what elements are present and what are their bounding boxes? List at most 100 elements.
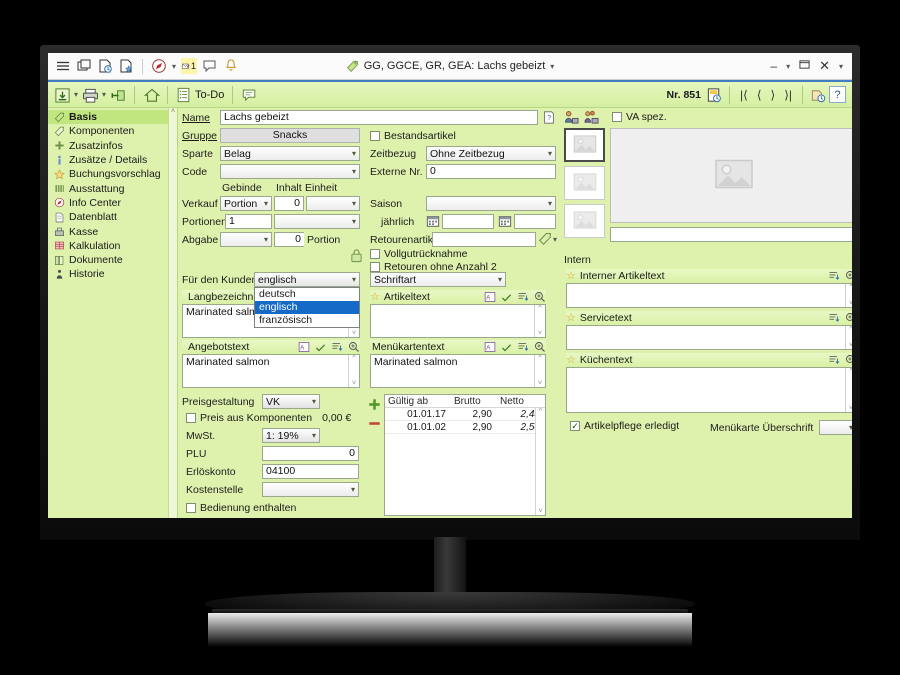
history-icon[interactable]	[810, 87, 826, 103]
retourenartikel-input[interactable]	[432, 232, 536, 247]
scroll-down-arrow[interactable]: ˅	[849, 342, 852, 349]
kostenstelle-select[interactable]: ▾	[262, 482, 359, 497]
jaehrlich-from-input[interactable]	[442, 214, 494, 229]
close-caret[interactable]: ▾	[839, 62, 843, 71]
gruppe-value-button[interactable]: Snacks	[220, 128, 360, 143]
home-icon[interactable]	[143, 87, 159, 103]
sidebar-item-historie[interactable]: Historie	[48, 267, 177, 281]
mwst-select[interactable]: 1: 19%▾	[262, 428, 320, 443]
language-option-franzoesisch[interactable]: französisch	[255, 314, 359, 327]
record-clock-icon[interactable]	[706, 87, 722, 103]
sort-down-icon[interactable]	[331, 341, 343, 353]
magnify-plus-icon[interactable]	[534, 341, 546, 353]
sidebar-item-komponenten[interactable]: Komponenten	[48, 124, 177, 138]
save-down-icon[interactable]	[54, 87, 70, 103]
star-icon[interactable]: ☆	[566, 313, 576, 324]
portionen-unit-select[interactable]: ▾	[274, 214, 360, 229]
zeitbezug-select[interactable]: Ohne Zeitbezug▾	[426, 146, 556, 161]
servicetext-textarea[interactable]: ^˅	[566, 325, 852, 350]
menuekarte-ueberschrift-select[interactable]: ▾	[819, 420, 852, 435]
scroll-down-arrow[interactable]: ˅	[538, 508, 542, 515]
price-table-scrollbar[interactable]: ^ ˅	[535, 408, 545, 515]
retouren-ohne-anzahl-checkbox[interactable]	[370, 262, 380, 272]
retourenartikel-dropdown-caret[interactable]: ▾	[553, 235, 557, 244]
customer-group-icon[interactable]	[584, 110, 600, 126]
compass-icon[interactable]	[151, 58, 167, 74]
scroll-down-arrow[interactable]: ˅	[538, 380, 542, 387]
textarea-scrollbar[interactable]: ^˅	[845, 368, 852, 412]
plu-input[interactable]: 0	[262, 446, 359, 461]
preis-aus-komponenten-row[interactable]: Preis aus Komponenten 0,00 €	[186, 412, 351, 424]
save-dropdown-caret[interactable]: ▾	[74, 90, 78, 99]
chat-icon[interactable]	[202, 58, 218, 74]
angebotstext-textarea[interactable]: Marinated salmon ^˅	[182, 354, 360, 388]
scroll-down-arrow[interactable]: ˅	[352, 380, 356, 387]
image-thumbnail-3[interactable]	[564, 204, 605, 238]
jaehrlich-to-input[interactable]	[514, 214, 556, 229]
schriftart-select[interactable]: Schriftart▾	[370, 272, 506, 287]
check-icon[interactable]	[315, 342, 326, 353]
name-input[interactable]: Lachs gebeizt	[220, 110, 538, 125]
magnify-plus-icon[interactable]	[845, 270, 852, 282]
vollgutruecknahme-checkbox[interactable]	[370, 249, 380, 259]
check-icon[interactable]	[501, 342, 512, 353]
code-select[interactable]: ▾	[220, 164, 360, 179]
verkauf-gebinde-select[interactable]: Portion▾	[220, 196, 272, 211]
sort-down-icon[interactable]	[517, 291, 529, 303]
bedienung-enthalten-checkbox[interactable]	[186, 503, 196, 513]
saison-select[interactable]: ▾	[426, 196, 556, 211]
note-icon[interactable]	[241, 87, 257, 103]
va-spez-checkbox[interactable]	[612, 112, 622, 122]
sidebar-item-zusaetze-details[interactable]: Zusätze / Details	[48, 153, 177, 167]
sort-down-icon[interactable]	[828, 270, 840, 282]
bedienung-enthalten-row[interactable]: Bedienung enthalten	[186, 502, 296, 514]
artikeltext-textarea[interactable]: ^˅	[370, 304, 546, 338]
image-preview[interactable]	[610, 128, 852, 223]
image-caption-input[interactable]	[610, 227, 852, 242]
print-dropdown-caret[interactable]: ▾	[102, 90, 106, 99]
image-thumbnail-2[interactable]	[564, 166, 605, 200]
minimize-button[interactable]: –	[770, 59, 777, 73]
bestandsartikel-checkbox[interactable]	[370, 131, 380, 141]
language-option-englisch[interactable]: englisch	[255, 301, 359, 314]
textarea-scrollbar[interactable]: ^˅	[534, 305, 545, 337]
exit-icon[interactable]	[110, 87, 126, 103]
magnify-plus-icon[interactable]	[348, 341, 360, 353]
menuekartentext-textarea[interactable]: Marinated salmon ^˅	[370, 354, 546, 388]
scroll-up-arrow[interactable]: ^	[538, 355, 541, 362]
textarea-scrollbar[interactable]: ^˅	[348, 355, 359, 387]
va-spez-row[interactable]: VA spez.	[612, 111, 667, 123]
star-icon[interactable]: ☆	[566, 355, 576, 366]
tag-icon[interactable]	[538, 232, 554, 248]
scroll-up-arrow[interactable]: ^	[539, 408, 542, 415]
sidebar-item-basis[interactable]: Basis	[48, 110, 177, 124]
sort-down-icon[interactable]	[828, 312, 840, 324]
interner-artikeltext-textarea[interactable]: ^˅	[566, 283, 852, 308]
nav-prev-button[interactable]: ⟨	[754, 88, 765, 102]
help-button[interactable]: ?	[829, 86, 846, 103]
check-icon[interactable]	[501, 292, 512, 303]
plus-icon[interactable]	[368, 398, 381, 411]
field-help-icon[interactable]: ?	[542, 110, 558, 126]
table-row[interactable]: 01.01.02 2,90 2,50	[385, 421, 545, 434]
kuechentext-textarea[interactable]: ^˅	[566, 367, 852, 413]
bell-icon[interactable]	[223, 58, 239, 74]
customer-icon[interactable]	[564, 110, 580, 126]
nav-first-button[interactable]: |⟨	[737, 88, 751, 102]
calendar-icon[interactable]	[426, 214, 442, 230]
language-select[interactable]: englisch▾	[254, 272, 360, 287]
window-title-caret[interactable]: ▾	[550, 62, 554, 71]
favorite-doc-icon[interactable]	[118, 58, 134, 74]
textarea-scrollbar[interactable]: ^˅	[845, 284, 852, 307]
portionen-input[interactable]: 1	[225, 214, 272, 229]
translate-icon[interactable]: A	[484, 341, 496, 353]
sidebar-item-kalkulation[interactable]: Kalkulation	[48, 239, 177, 253]
abgabe-select[interactable]: ▾	[220, 232, 272, 247]
nav-last-button[interactable]: ⟩|	[781, 88, 795, 102]
language-option-deutsch[interactable]: deutsch	[255, 288, 359, 301]
language-dropdown-popup[interactable]: deutsch englisch französisch	[254, 287, 360, 328]
erloeskonto-input[interactable]: 04100	[262, 464, 359, 479]
window-copy-icon[interactable]	[76, 58, 92, 74]
verkauf-inhalt-input[interactable]: 0	[274, 196, 304, 211]
printer-icon[interactable]	[82, 87, 98, 103]
